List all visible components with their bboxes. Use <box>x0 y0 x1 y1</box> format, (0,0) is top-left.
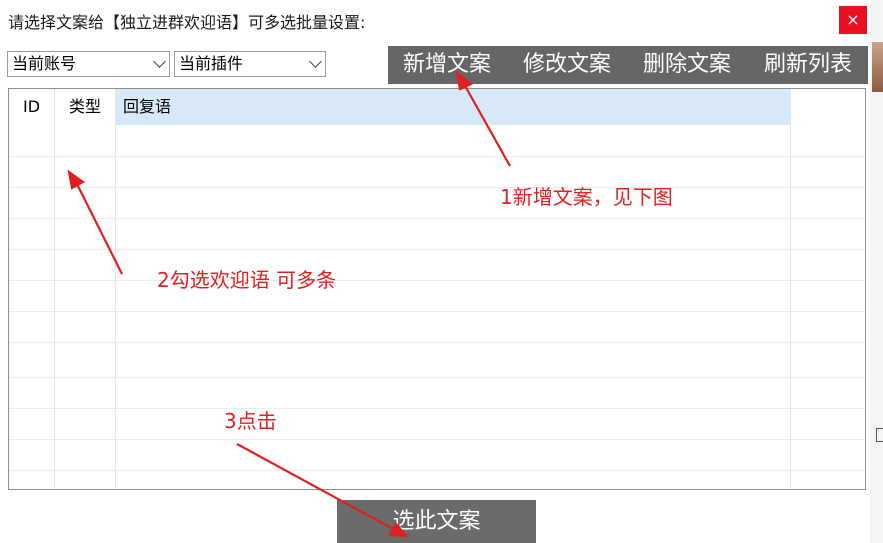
row-divider <box>9 377 865 378</box>
row-divider <box>9 408 865 409</box>
refresh-list-button[interactable]: 刷新列表 <box>748 46 868 84</box>
column-header-reply[interactable]: 回复语 <box>115 89 790 125</box>
close-button[interactable]: × <box>839 6 867 34</box>
column-divider <box>790 89 791 489</box>
add-copy-button[interactable]: 新增文案 <box>388 46 506 84</box>
row-divider <box>9 187 865 188</box>
row-divider <box>9 249 865 250</box>
chevron-down-icon <box>153 55 166 68</box>
annotation-step3: 3点击 <box>224 409 277 433</box>
column-header-type[interactable]: 类型 <box>55 89 115 125</box>
select-copy-button[interactable]: 选此文案 <box>337 500 536 543</box>
row-divider <box>9 342 865 343</box>
chevron-down-icon <box>309 55 322 68</box>
row-divider <box>9 439 865 440</box>
copy-table[interactable]: ID 类型 回复语 <box>8 88 866 490</box>
row-divider <box>9 470 865 471</box>
row-divider <box>9 280 865 281</box>
dialog-window: 请选择文案给【独立进群欢迎语】可多选批量设置: × 当前账号 当前插件 新增文案… <box>0 0 870 543</box>
avatar <box>872 42 883 92</box>
delete-copy-button[interactable]: 删除文案 <box>628 46 746 84</box>
dialog-title: 请选择文案给【独立进群欢迎语】可多选批量设置: <box>8 13 366 32</box>
row-divider <box>9 311 865 312</box>
column-header-id[interactable]: ID <box>9 89 54 125</box>
annotation-step2: 2勾选欢迎语 可多条 <box>157 268 337 292</box>
annotation-step1: 1新增文案，见下图 <box>500 185 673 209</box>
edit-copy-button[interactable]: 修改文案 <box>508 46 626 84</box>
row-divider <box>9 218 865 219</box>
account-select[interactable]: 当前账号 <box>7 51 170 77</box>
column-divider <box>115 89 116 489</box>
row-divider <box>9 156 865 157</box>
toolbar: 新增文案 修改文案 删除文案 刷新列表 <box>388 46 868 84</box>
plugin-select-value: 当前插件 <box>179 54 244 73</box>
plugin-select[interactable]: 当前插件 <box>174 51 326 77</box>
window-edge-marker <box>876 428 883 442</box>
account-select-value: 当前账号 <box>12 54 77 73</box>
column-divider <box>54 89 55 489</box>
